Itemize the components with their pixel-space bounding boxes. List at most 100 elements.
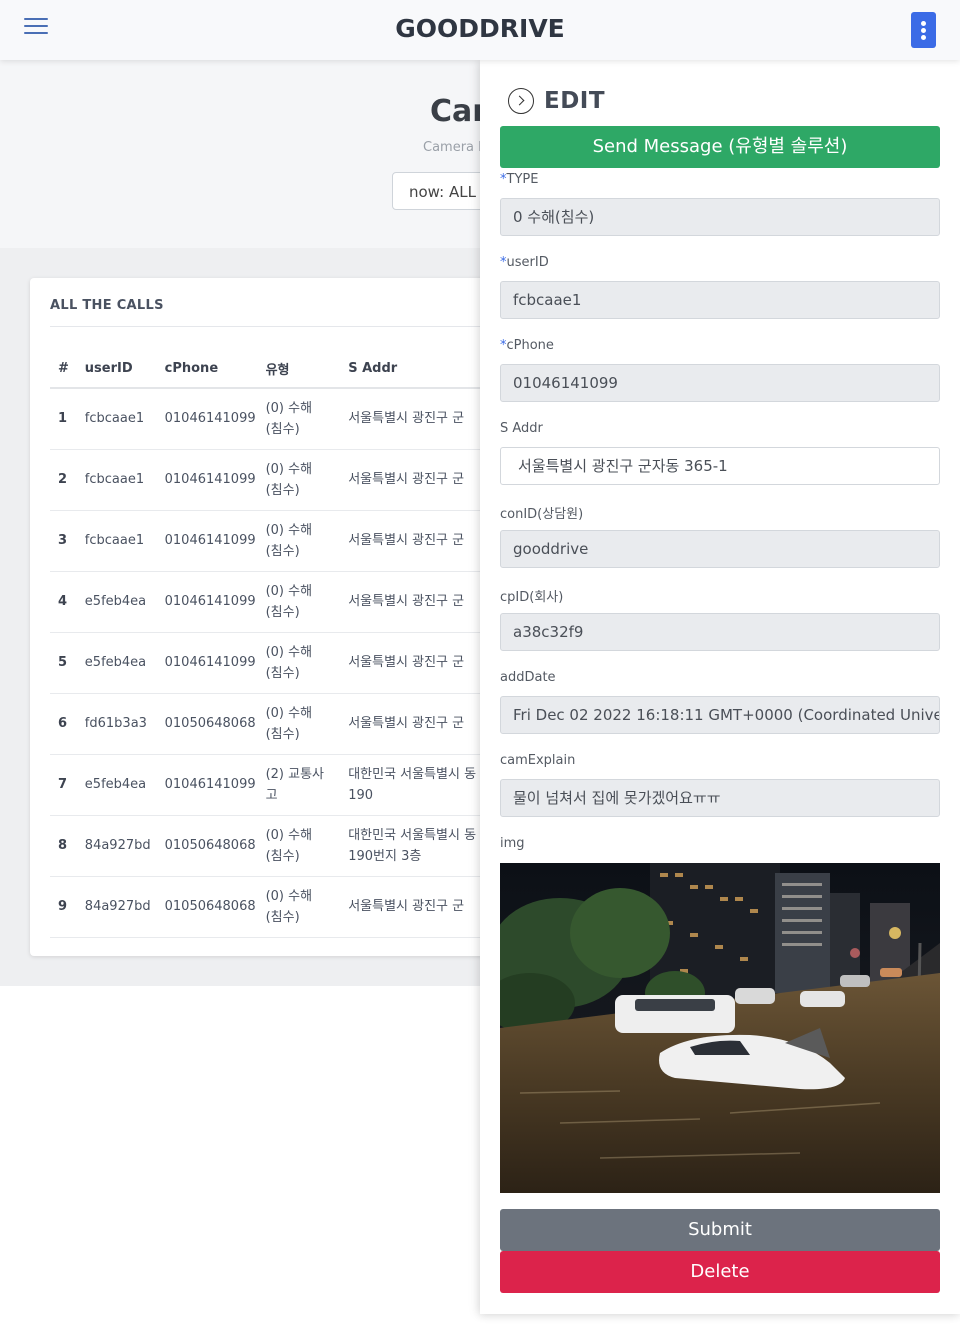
table-row[interactable]: 2 fcbcaae1 01046141099 (0) 수해(침수) 서울특별시 … xyxy=(50,449,490,511)
row-type: (0) 수해(침수) xyxy=(265,827,313,864)
row-type: (0) 수해(침수) xyxy=(265,583,313,620)
page-subtitle: Camera D xyxy=(423,140,489,155)
row-userid: fcbcaae1 xyxy=(76,388,157,450)
row-number: 1 xyxy=(50,388,77,450)
row-addr: 서울특별시 광진구 군 xyxy=(348,594,465,609)
row-addr-cell: 대한민국 서울특별시 동 190 xyxy=(340,754,490,816)
table-row[interactable]: 9 84a927bd 01050648068 (0) 수해(침수) 서울특별시 … xyxy=(50,876,490,938)
drawer-title: EDIT xyxy=(544,88,606,114)
row-number: 5 xyxy=(50,632,77,694)
kebab-menu-icon[interactable] xyxy=(911,12,936,48)
row-userid: fd61b3a3 xyxy=(76,693,157,755)
row-cphone: 01050648068 xyxy=(156,876,258,938)
row-userid: 84a927bd xyxy=(76,815,157,877)
cpid-label: cpID(회사) xyxy=(500,590,564,605)
column-header-cphone[interactable]: cPhone xyxy=(156,350,258,389)
adddate-field[interactable]: Fri Dec 02 2022 16:18:11 GMT+0000 (Coord… xyxy=(500,696,940,734)
row-addr: 대한민국 서울특별시 동 190 xyxy=(348,766,477,803)
column-header-userid[interactable]: userID xyxy=(76,350,157,389)
saddr-field[interactable]: 서울특별시 광진구 군자동 365-1 xyxy=(500,447,940,485)
row-type: (0) 수해(침수) xyxy=(265,705,313,742)
row-addr: 서울특별시 광진구 군 xyxy=(348,472,465,487)
table-row[interactable]: 3 fcbcaae1 01046141099 (0) 수해(침수) 서울특별시 … xyxy=(50,510,490,572)
row-addr-cell: 서울특별시 광진구 군 xyxy=(340,693,490,755)
table-row[interactable]: 8 84a927bd 01050648068 (0) 수해(침수) 대한민국 서… xyxy=(50,815,490,877)
row-type: (0) 수해(침수) xyxy=(265,522,313,559)
row-cphone: 01046141099 xyxy=(156,571,258,633)
table-row[interactable]: 4 e5feb4ea 01046141099 (0) 수해(침수) 서울특별시 … xyxy=(50,571,490,633)
row-addr-cell: 서울특별시 광진구 군 xyxy=(340,449,490,511)
row-addr: 서울특별시 광진구 군 xyxy=(348,655,465,670)
row-addr: 서울특별시 광진구 군 xyxy=(348,411,465,427)
row-userid: 84a927bd xyxy=(76,876,157,938)
row-type-cell: (0) 수해(침수) xyxy=(257,815,341,877)
row-addr-cell: 서울특별시 광진구 군 xyxy=(340,571,490,633)
brand-logo: GOODDRIVE xyxy=(395,14,565,43)
row-number: 8 xyxy=(50,815,77,877)
chevron-circle-right-icon[interactable] xyxy=(508,88,534,114)
img-label: img xyxy=(500,836,525,851)
send-message-button[interactable]: Send Message (유형별 솔루션) xyxy=(500,126,940,168)
conid-field[interactable]: gooddrive xyxy=(500,530,940,568)
row-number: 6 xyxy=(50,693,77,755)
row-type-cell: (0) 수해(침수) xyxy=(257,876,341,938)
calls-card: ALL THE CALLS # userID cPhone 유형 S Addr … xyxy=(30,278,490,956)
row-type: (0) 수해(침수) xyxy=(265,400,313,437)
table-row[interactable]: 7 e5feb4ea 01046141099 (2) 교통사고 대한민국 서울특… xyxy=(50,754,490,816)
row-userid: e5feb4ea xyxy=(76,754,157,816)
type-label: *TYPE xyxy=(500,172,539,187)
row-cphone: 01050648068 xyxy=(156,815,258,877)
flood-photo-illustration xyxy=(500,863,940,1193)
saddr-label: S Addr xyxy=(500,421,543,436)
row-addr-cell: 대한민국 서울특별시 동 190번지 3층 xyxy=(340,815,490,877)
row-number: 4 xyxy=(50,571,77,633)
row-type: (2) 교통사고 xyxy=(265,766,325,803)
row-type: (0) 수해(침수) xyxy=(265,644,313,681)
table-row[interactable]: 1 fcbcaae1 01046141099 (0) 수해(침수) 서울특별시 … xyxy=(50,388,490,450)
row-userid: e5feb4ea xyxy=(76,632,157,694)
column-header-number[interactable]: # xyxy=(50,350,77,389)
row-type-cell: (0) 수해(침수) xyxy=(257,388,341,450)
row-number: 3 xyxy=(50,510,77,572)
row-addr: 대한민국 서울특별시 동 190번지 3층 xyxy=(348,827,477,864)
row-number: 9 xyxy=(50,876,77,938)
camexplain-label: camExplain xyxy=(500,753,576,768)
row-type-cell: (0) 수해(침수) xyxy=(257,632,341,694)
row-addr: 서울특별시 광진구 군 xyxy=(348,716,465,731)
row-userid: fcbcaae1 xyxy=(76,449,157,511)
row-number: 7 xyxy=(50,754,77,816)
row-addr: 서울특별시 광진구 군 xyxy=(348,899,465,914)
row-addr-cell: 서울특별시 광진구 군 xyxy=(340,632,490,694)
submit-button[interactable]: Submit xyxy=(500,1209,940,1251)
row-type-cell: (0) 수해(침수) xyxy=(257,571,341,633)
camexplain-field[interactable]: 물이 넘쳐서 집에 못가겠어요ㅠㅠ xyxy=(500,779,940,817)
flood-photo xyxy=(500,863,940,1193)
table-header-row: # userID cPhone 유형 S Addr xyxy=(50,350,490,389)
adddate-label: addDate xyxy=(500,670,556,685)
row-type-cell: (0) 수해(침수) xyxy=(257,693,341,755)
table-row[interactable]: 5 e5feb4ea 01046141099 (0) 수해(침수) 서울특별시 … xyxy=(50,632,490,694)
row-type-cell: (2) 교통사고 xyxy=(257,754,341,816)
cpid-field[interactable]: a38c32f9 xyxy=(500,613,940,651)
row-type-cell: (0) 수해(침수) xyxy=(257,449,341,511)
type-field[interactable]: 0 수해(침수) xyxy=(500,198,940,236)
row-userid: fcbcaae1 xyxy=(76,510,157,572)
column-header-type[interactable]: 유형 xyxy=(257,350,341,389)
row-addr-cell: 서울특별시 광진구 군 xyxy=(340,388,490,450)
table-row[interactable]: 6 fd61b3a3 01050648068 (0) 수해(침수) 서울특별시 … xyxy=(50,693,490,755)
edit-drawer: EDIT Send Message (유형별 솔루션) *TYPE 0 수해(침… xyxy=(480,60,960,1314)
row-cphone: 01046141099 xyxy=(156,632,258,694)
row-type: (0) 수해(침수) xyxy=(265,888,313,925)
userid-label: *userID xyxy=(500,255,549,270)
row-type-cell: (0) 수해(침수) xyxy=(257,510,341,572)
row-cphone: 01046141099 xyxy=(156,754,258,816)
column-header-saddr[interactable]: S Addr xyxy=(340,350,490,389)
delete-button[interactable]: Delete xyxy=(500,1251,940,1293)
top-navbar: GOODDRIVE xyxy=(0,0,960,60)
row-type: (0) 수해(침수) xyxy=(265,461,313,498)
card-divider xyxy=(50,326,490,327)
userid-field[interactable]: fcbcaae1 xyxy=(500,281,940,319)
conid-label: conID(상담원) xyxy=(500,507,584,522)
cphone-field[interactable]: 01046141099 xyxy=(500,364,940,402)
drawer-header: EDIT xyxy=(508,86,605,116)
